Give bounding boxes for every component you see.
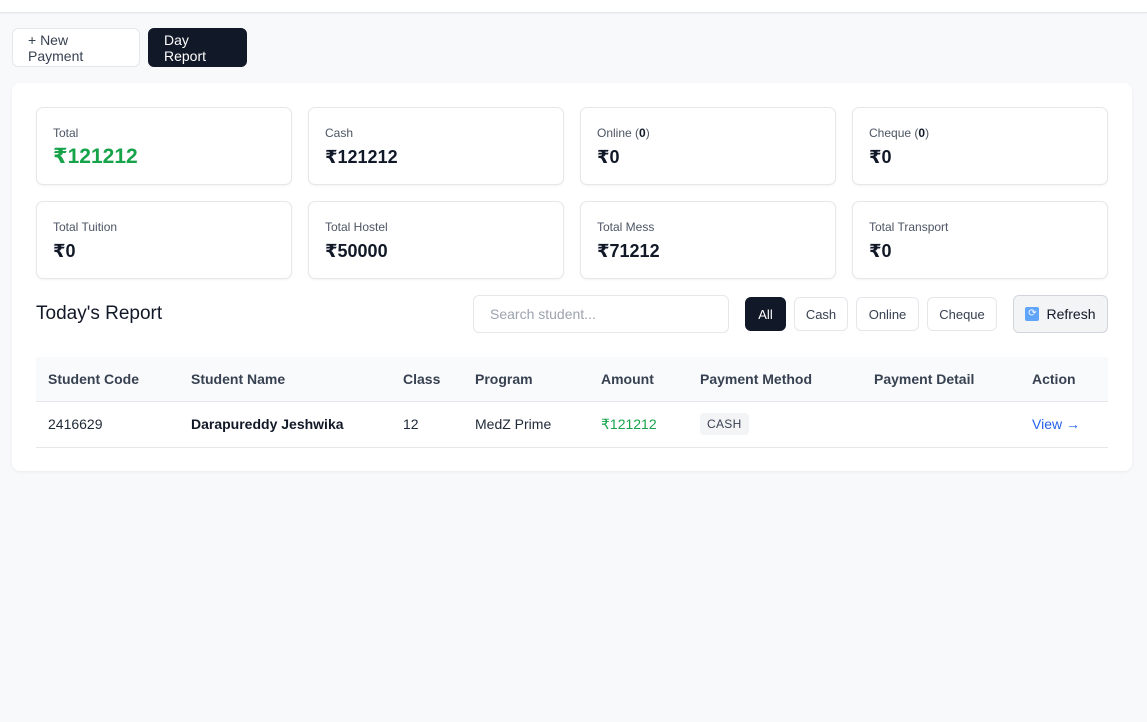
top-bar: [0, 0, 1147, 13]
filter-all-button[interactable]: All: [745, 297, 786, 331]
stat-count: 0: [918, 126, 926, 140]
class-cell: 12: [391, 401, 463, 448]
stat-label: Total Transport: [869, 220, 949, 234]
stat-label: Total Mess: [597, 220, 655, 234]
stat-label: Online: [597, 126, 632, 140]
action-cell: View →: [1020, 401, 1108, 448]
student-code-cell: 2416629: [36, 401, 179, 448]
stat-label: Total: [53, 126, 79, 140]
stat-card-mess: Total Mess ₹71212: [580, 201, 836, 279]
table-row: 2416629 Darapureddy Jeshwika 12 MedZ Pri…: [36, 401, 1108, 448]
payment-detail-cell: [862, 401, 1020, 448]
table-header-row: Student Code Student Name Class Program …: [36, 357, 1108, 402]
filter-cash-button[interactable]: Cash: [794, 297, 848, 331]
payment-method-badge: CASH: [700, 413, 749, 435]
column-header[interactable]: Amount: [589, 357, 688, 402]
day-report-panel: Total ₹121212 Cash ₹121212 Online (0) ₹0…: [12, 83, 1132, 471]
action-tabs: + New Payment Day Report: [12, 28, 247, 67]
column-header[interactable]: Student Name: [179, 357, 391, 402]
stat-value: ₹0: [597, 147, 620, 167]
column-header[interactable]: Class: [391, 357, 463, 402]
stat-count: 0: [639, 126, 646, 140]
stat-card-online: Online (0) ₹0: [580, 107, 836, 185]
stat-card-hostel: Total Hostel ₹50000: [308, 201, 564, 279]
student-name-cell: Darapureddy Jeshwika: [179, 401, 391, 448]
program-cell: MedZ Prime: [463, 401, 589, 448]
column-header[interactable]: Action: [1020, 357, 1108, 402]
stat-value: ₹50000: [325, 241, 388, 261]
stat-value: ₹121212: [325, 147, 398, 167]
view-link[interactable]: View →: [1032, 416, 1080, 432]
stat-value: ₹121212: [53, 145, 138, 168]
stat-card-transport: Total Transport ₹0: [852, 201, 1108, 279]
stat-label: Cheque: [869, 126, 912, 140]
payments-table: Student Code Student Name Class Program …: [36, 357, 1108, 448]
stat-label: Total Hostel: [325, 220, 388, 234]
column-header[interactable]: Program: [463, 357, 589, 402]
stat-card-tuition: Total Tuition ₹0: [36, 201, 292, 279]
search-input[interactable]: [473, 295, 729, 333]
amount-cell: ₹121212: [589, 401, 688, 448]
day-report-button[interactable]: Day Report: [148, 28, 247, 67]
column-header[interactable]: Payment Method: [688, 357, 862, 402]
stat-label-wrap: Online (0): [597, 126, 650, 140]
stat-card-total: Total ₹121212: [36, 107, 292, 185]
stat-value: ₹0: [869, 241, 892, 261]
refresh-icon: ⟳: [1025, 307, 1040, 321]
refresh-label: Refresh: [1046, 306, 1096, 322]
stat-card-cash: Cash ₹121212: [308, 107, 564, 185]
column-header[interactable]: Student Code: [36, 357, 179, 402]
stat-label-wrap: Cheque (0): [869, 126, 930, 140]
stat-label: Total Tuition: [53, 220, 118, 234]
stat-value: ₹0: [53, 241, 76, 261]
new-payment-button[interactable]: + New Payment: [12, 28, 140, 67]
filter-cheque-button[interactable]: Cheque: [927, 297, 997, 331]
payment-method-cell: CASH: [688, 401, 862, 448]
stats-grid: Total ₹121212 Cash ₹121212 Online (0) ₹0…: [36, 107, 1108, 279]
stat-card-cheque: Cheque (0) ₹0: [852, 107, 1108, 185]
refresh-button[interactable]: ⟳ Refresh: [1013, 295, 1108, 333]
report-title: Today's Report: [36, 303, 163, 324]
payment-filter-group: All Cash Online Cheque: [745, 297, 997, 331]
column-header[interactable]: Payment Detail: [862, 357, 1020, 402]
filter-online-button[interactable]: Online: [856, 297, 919, 331]
stat-label: Cash: [325, 126, 354, 140]
stat-value: ₹0: [869, 147, 892, 167]
stat-value: ₹71212: [597, 241, 660, 261]
